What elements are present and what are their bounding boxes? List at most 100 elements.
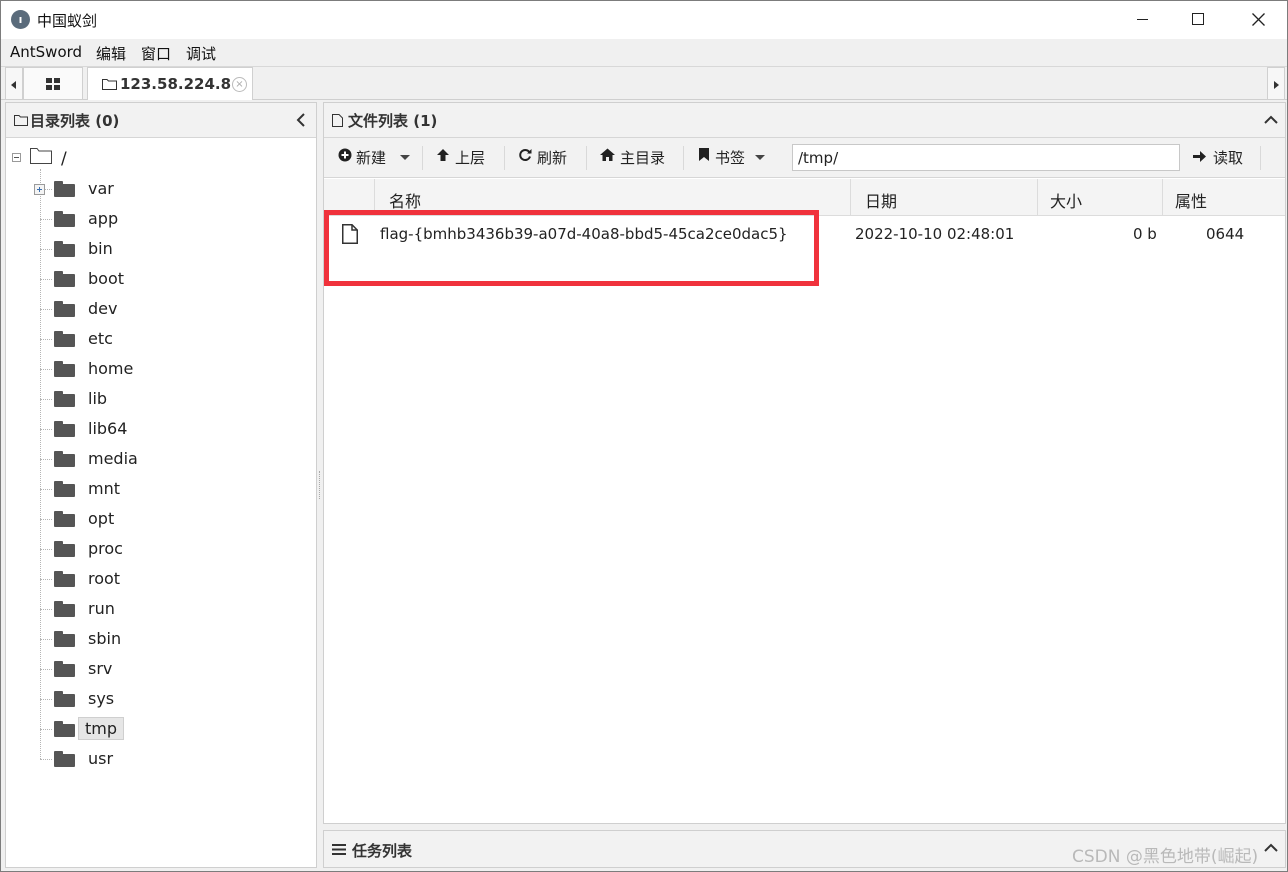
tree-folder-mnt[interactable]: mnt (6, 475, 306, 505)
tree-folder-label: sys (88, 689, 115, 708)
folder-icon (54, 271, 75, 287)
read-path-button[interactable]: 读取 (1188, 138, 1254, 176)
toolbar-divider (504, 146, 505, 170)
tree-folder-media[interactable]: media (6, 445, 306, 475)
tree-folder-label: var (88, 179, 114, 198)
csdn-watermark: CSDN @黑色地带(崛起) (1072, 847, 1259, 867)
folder-icon (54, 241, 75, 257)
tree-branch-line (40, 279, 52, 280)
tree-folder-root[interactable]: root (6, 565, 306, 595)
tree-branch-line (40, 459, 52, 460)
tree-folder-var[interactable]: var (6, 175, 306, 205)
file-toolbar: 新建 上层 刷新 主目录 书签 /tmp/ 读取 (324, 138, 1285, 178)
tree-folder-label: lib64 (88, 419, 128, 438)
refresh-button[interactable]: 刷新 (512, 138, 574, 176)
new-button[interactable]: 新建 (332, 138, 414, 176)
caret-down-icon (400, 155, 410, 160)
minimize-icon (1137, 19, 1148, 20)
window-title: 中国蚁剑 (37, 12, 98, 30)
tree-folder-run[interactable]: run (6, 595, 306, 625)
toolbar-divider (586, 146, 587, 170)
minimize-button[interactable] (1119, 1, 1165, 39)
tree-folder-proc[interactable]: proc (6, 535, 306, 565)
column-header-attr[interactable]: 属性 (1162, 179, 1285, 216)
column-header-date-label: 日期 (865, 192, 898, 211)
tree-branch-line (40, 639, 52, 640)
bookmark-button[interactable]: 书签 (691, 138, 775, 176)
tree-branch-line (40, 429, 52, 430)
tree-folder-etc[interactable]: etc (6, 325, 306, 355)
app-window: ı 中国蚁剑 AntSword 编辑 窗口 调试 123.58.224.8 × … (0, 0, 1288, 872)
arrow-left-icon (11, 81, 16, 89)
close-window-button[interactable] (1235, 1, 1281, 39)
directory-panel: 目录列表 (0) / var app bin boot dev etc home lib lib… (5, 102, 317, 868)
tree-folder-bin[interactable]: bin (6, 235, 306, 265)
tree-folder-boot[interactable]: boot (6, 265, 306, 295)
tree-folder-home[interactable]: home (6, 355, 306, 385)
tree-folder-label: proc (88, 539, 123, 558)
menu-item-edit[interactable]: 编辑 (96, 43, 126, 64)
bookmark-icon (699, 148, 709, 161)
tree-folder-dev[interactable]: dev (6, 295, 306, 325)
maximize-icon (1192, 13, 1204, 25)
tree-branch-line (40, 759, 52, 760)
column-header-date[interactable]: 日期 (850, 179, 1037, 216)
home-directory-button-label: 主目录 (620, 149, 666, 167)
toolbar-divider (1260, 146, 1261, 170)
close-icon (1252, 13, 1265, 26)
tab-close-icon[interactable]: × (232, 77, 247, 92)
tree-root-collapse-toggle[interactable] (12, 153, 21, 162)
tree-folder-sys[interactable]: sys (6, 685, 306, 715)
column-header-attr-label: 属性 (1175, 192, 1208, 211)
chevron-up-icon[interactable] (1264, 115, 1278, 125)
tree-folder-label: root (88, 569, 121, 588)
panel-splitter-handle[interactable] (319, 471, 321, 499)
tree-root-label[interactable]: / (61, 149, 67, 169)
chevron-up-icon[interactable] (1264, 843, 1278, 853)
folder-icon (54, 331, 75, 347)
tab-scroll-left-button[interactable] (5, 67, 23, 100)
tree-folder-label: bin (88, 239, 113, 258)
file-attr: 0644 (1206, 225, 1245, 243)
task-list-panel: 任务列表 CSDN @黑色地带(崛起) (323, 830, 1286, 868)
title-bar: ı 中国蚁剑 (1, 1, 1287, 39)
tree-expand-icon[interactable] (34, 184, 45, 195)
toolbar-divider (422, 146, 423, 170)
column-header-size[interactable]: 大小 (1037, 179, 1162, 216)
tree-folder-tmp[interactable]: tmp (6, 715, 306, 745)
tree-folder-label: etc (88, 329, 113, 348)
path-input[interactable] (792, 144, 1180, 171)
tree-folder-label: dev (88, 299, 118, 318)
tree-branch-line (40, 669, 52, 670)
menu-item-antsword[interactable]: AntSword (10, 43, 82, 61)
tree-folder-app[interactable]: app (6, 205, 306, 235)
folder-icon (54, 691, 75, 707)
home-icon (600, 148, 615, 161)
tab-connection-label: 123.58.224.8 (120, 75, 232, 93)
tree-folder-opt[interactable]: opt (6, 505, 306, 535)
directory-panel-header: 目录列表 (0) (6, 103, 316, 138)
maximize-button[interactable] (1175, 1, 1221, 39)
parent-directory-button[interactable]: 上层 (430, 138, 492, 176)
tree-folder-sbin[interactable]: sbin (6, 625, 306, 655)
tab-connection[interactable]: 123.58.224.8 × (87, 67, 253, 100)
tree-folder-lib64[interactable]: lib64 (6, 415, 306, 445)
arrow-right-icon (1193, 151, 1206, 162)
column-header-size-label: 大小 (1050, 192, 1083, 211)
tree-folder-label: tmp (78, 717, 125, 740)
folder-icon (54, 451, 75, 467)
tree-folder-label: lib (88, 389, 108, 408)
menu-item-debug[interactable]: 调试 (186, 43, 216, 64)
tab-home[interactable] (23, 67, 83, 100)
home-directory-button[interactable]: 主目录 (594, 138, 674, 176)
folder-icon (54, 511, 75, 527)
directory-panel-title: 目录列表 (0) (30, 112, 120, 130)
list-icon (332, 844, 346, 855)
tab-scroll-right-button[interactable] (1267, 67, 1285, 100)
tree-branch-line (40, 339, 52, 340)
chevron-left-icon[interactable] (296, 113, 306, 127)
tree-folder-usr[interactable]: usr (6, 745, 306, 775)
menu-item-window[interactable]: 窗口 (141, 43, 171, 64)
tree-folder-lib[interactable]: lib (6, 385, 306, 415)
tree-folder-srv[interactable]: srv (6, 655, 306, 685)
